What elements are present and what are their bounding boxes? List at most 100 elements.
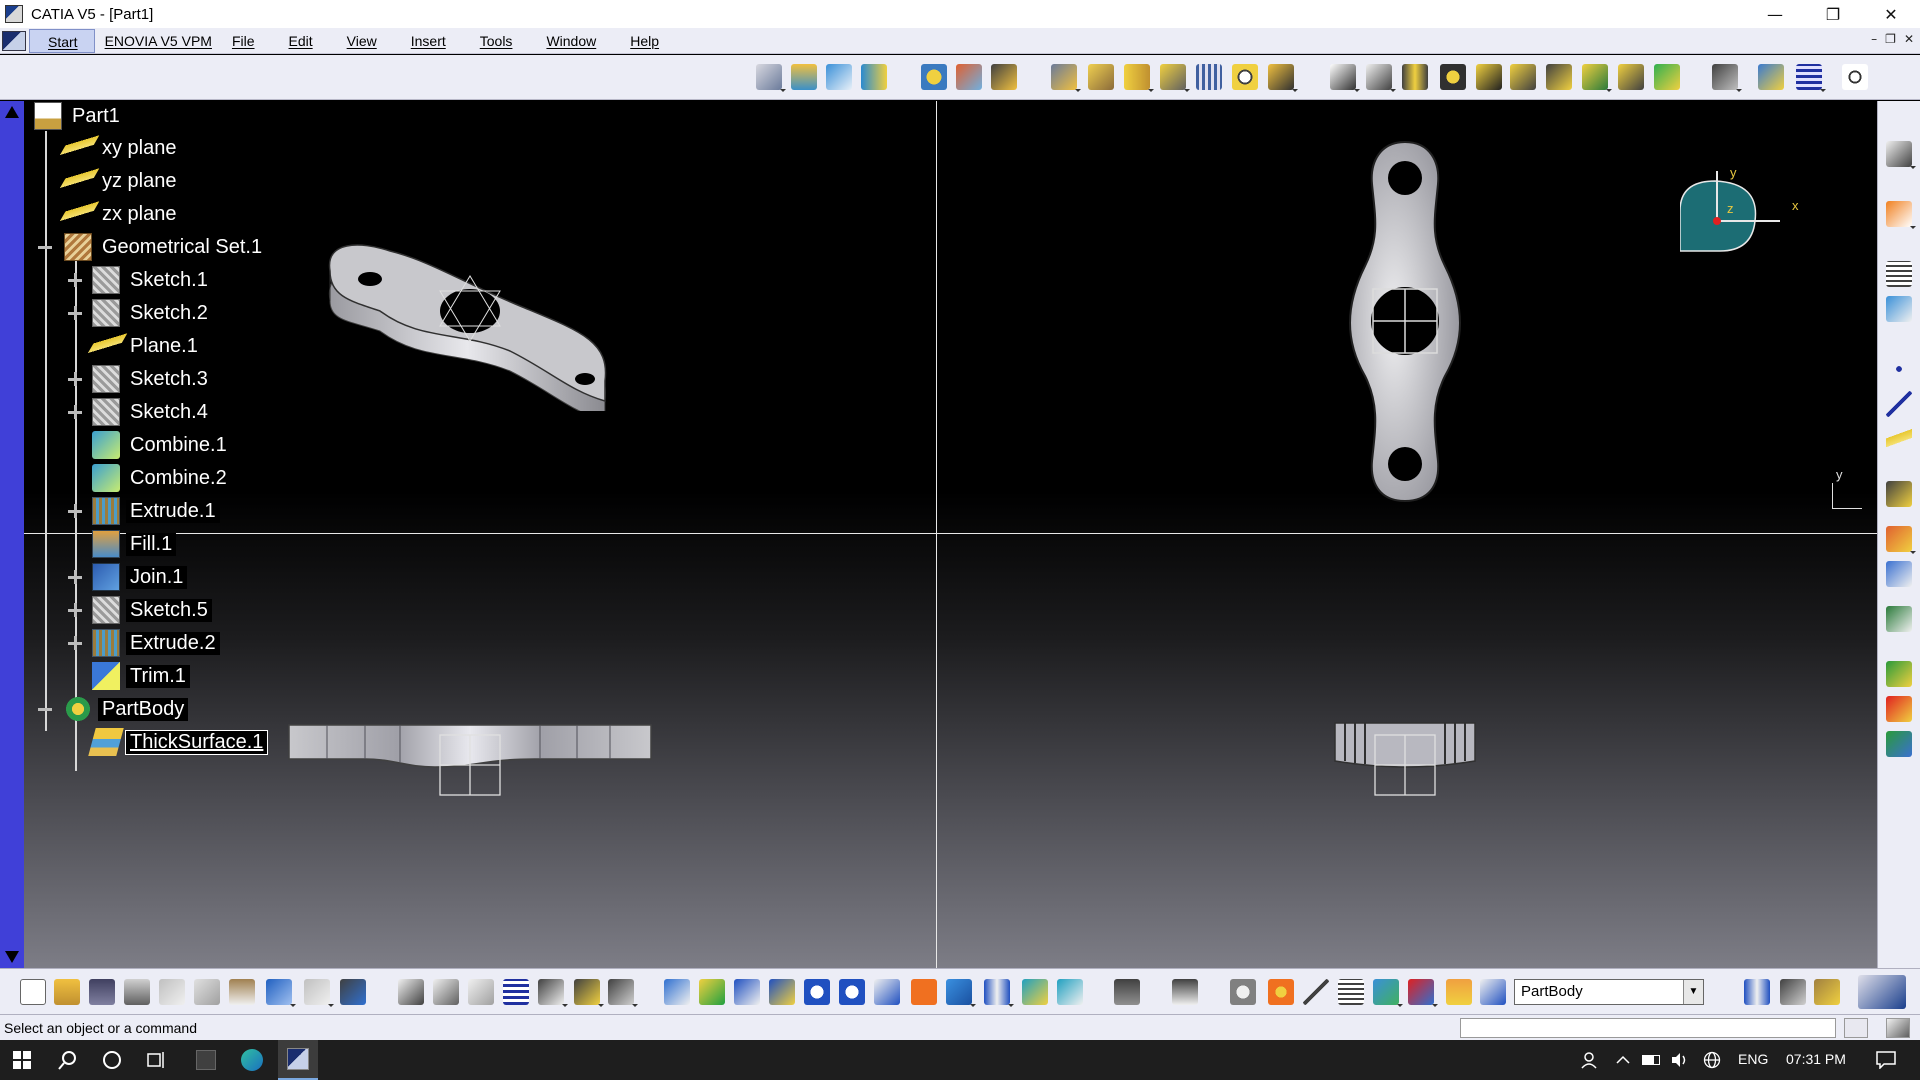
rotate-view-icon[interactable]	[769, 979, 795, 1005]
current-body-select[interactable]: PartBody ▼	[1514, 979, 1704, 1005]
input-language[interactable]: ENG	[1738, 1051, 1768, 1067]
tree-node-combine-1[interactable]: Combine.1	[92, 430, 231, 460]
menu-file[interactable]: File	[222, 29, 265, 53]
tree-node-extrude-2[interactable]: Extrude.2	[92, 628, 220, 658]
cortana-icon[interactable]	[92, 1040, 132, 1080]
part-front-view[interactable]	[285, 719, 655, 799]
tree-label-sketch-1[interactable]: Sketch.1	[126, 268, 212, 292]
tree-label-sketch-4[interactable]: Sketch.4	[126, 400, 212, 424]
catalog-icon[interactable]	[1886, 661, 1912, 687]
tree-label-extrude-2[interactable]: Extrude.2	[126, 631, 220, 655]
3d-viewport[interactable]: y x z y Part1 xy plane yz plane zx plane…	[0, 101, 1877, 968]
tree-label-fill-1[interactable]: Fill.1	[126, 532, 177, 556]
zoom-out-icon[interactable]	[839, 979, 865, 1005]
power-copy-icon[interactable]	[1814, 979, 1840, 1005]
catia-logo-icon[interactable]	[2, 30, 26, 51]
menu-insert[interactable]: Insert	[401, 29, 456, 53]
tree-node-sketch-3[interactable]: Sketch.3	[92, 364, 212, 394]
tree-node-sketch-2[interactable]: Sketch.2	[92, 298, 212, 328]
save-icon[interactable]	[89, 979, 115, 1005]
tree-label-geometrical-set[interactable]: Geometrical Set.1	[98, 235, 267, 259]
tree-label-plane-1[interactable]: Plane.1	[126, 334, 202, 358]
tree-label-extrude-1[interactable]: Extrude.1	[126, 499, 220, 523]
windows-start-icon[interactable]	[0, 1040, 44, 1080]
print-icon[interactable]	[124, 979, 150, 1005]
chevron-down-icon[interactable]: ▼	[1683, 980, 1703, 1004]
pan-icon[interactable]	[734, 979, 760, 1005]
tree-node-partbody[interactable]: PartBody	[64, 694, 189, 724]
measure-item-icon[interactable]	[1338, 979, 1364, 1005]
tree-node-join-1[interactable]: Join.1	[92, 562, 188, 592]
join-tool-icon[interactable]	[1330, 64, 1360, 92]
axis-system-icon[interactable]	[1303, 979, 1329, 1005]
tree-node-sketch-5[interactable]: Sketch.5	[92, 595, 212, 625]
command-input[interactable]	[1460, 1018, 1836, 1038]
tree-label-trim-1[interactable]: Trim.1	[126, 664, 190, 688]
scroll-down-arrow-icon[interactable]	[5, 951, 19, 963]
tree-node-fill-1[interactable]: Fill.1	[92, 529, 177, 559]
new-file-icon[interactable]	[20, 979, 46, 1005]
expander-minus-icon[interactable]	[38, 240, 52, 254]
plane-create-icon[interactable]	[1886, 426, 1912, 452]
law-icon[interactable]	[468, 979, 494, 1005]
hide-show-icon[interactable]	[1886, 261, 1912, 287]
expander-minus-icon[interactable]	[38, 702, 52, 716]
multisection-tool-icon[interactable]	[1124, 64, 1154, 92]
tree-node-zx-plane[interactable]: zx plane	[55, 199, 181, 229]
blend-tool-icon[interactable]	[1160, 64, 1190, 92]
expander-plus-icon[interactable]	[68, 504, 82, 518]
tree-label-zx-plane[interactable]: zx plane	[98, 202, 181, 226]
formula-icon[interactable]	[398, 979, 424, 1005]
notifications-icon[interactable]	[1866, 1040, 1906, 1080]
sphere-tool-icon[interactable]	[991, 64, 1017, 90]
fit-all-in-icon[interactable]	[699, 979, 725, 1005]
menu-edit[interactable]: Edit	[279, 29, 323, 53]
redo-icon[interactable]	[304, 979, 334, 1007]
minimize-button[interactable]: —	[1746, 0, 1804, 28]
tree-node-yz-plane[interactable]: yz plane	[55, 166, 181, 196]
axis-to-axis-tool-icon[interactable]	[1654, 64, 1680, 90]
expander-plus-icon[interactable]	[68, 636, 82, 650]
battery-icon[interactable]	[1638, 1040, 1664, 1080]
update-icon[interactable]	[1172, 979, 1198, 1005]
mdi-minimize-button[interactable]: –	[1871, 32, 1877, 46]
menu-tools[interactable]: Tools	[470, 29, 523, 53]
network-globe-icon[interactable]	[1698, 1040, 1726, 1080]
tree-root-part1[interactable]: Part1	[34, 101, 124, 131]
constraint-icon[interactable]	[1886, 606, 1912, 632]
boolean-icon[interactable]	[1886, 526, 1916, 554]
part-side-view[interactable]	[1330, 719, 1480, 799]
restore-button[interactable]: ❐	[1804, 0, 1862, 28]
status-toggle-button[interactable]	[1844, 1018, 1868, 1038]
zoom-in-icon[interactable]	[804, 979, 830, 1005]
normal-view-icon[interactable]	[874, 979, 900, 1005]
tree-label-sketch-3[interactable]: Sketch.3	[126, 367, 212, 391]
sketcher-icon[interactable]	[1886, 141, 1916, 169]
tree-label-xy-plane[interactable]: xy plane	[98, 136, 181, 160]
scaling-tool-icon[interactable]	[1582, 64, 1612, 92]
insert-body-icon[interactable]	[1886, 561, 1912, 587]
parameters-icon[interactable]	[1446, 979, 1472, 1005]
tree-label-partbody[interactable]: PartBody	[98, 697, 189, 721]
fly-mode-icon[interactable]	[664, 979, 690, 1005]
swap-space-icon[interactable]	[1057, 979, 1083, 1005]
tree-node-xy-plane[interactable]: xy plane	[55, 133, 181, 163]
measure-tool-icon[interactable]	[1712, 64, 1742, 92]
expander-plus-icon[interactable]	[68, 273, 82, 287]
grid-tool-icon[interactable]	[1196, 64, 1222, 90]
mdi-restore-button[interactable]: ❐	[1885, 32, 1896, 46]
tree-label-yz-plane[interactable]: yz plane	[98, 169, 181, 193]
rotate-tool-icon[interactable]	[1510, 64, 1536, 90]
power-input-icon[interactable]	[1886, 1018, 1910, 1038]
line-icon[interactable]	[1886, 391, 1912, 417]
tree-node-sketch-4[interactable]: Sketch.4	[92, 397, 212, 427]
edge-browser-icon[interactable]	[232, 1040, 272, 1080]
translate-tool-icon[interactable]	[1476, 64, 1502, 90]
menu-enovia[interactable]: ENOVIA V5 VPM	[95, 29, 222, 53]
copy-icon[interactable]	[194, 979, 220, 1005]
fillet-tool-icon[interactable]	[1440, 64, 1466, 90]
undo-icon[interactable]	[266, 979, 296, 1007]
rule-icon[interactable]	[1886, 731, 1912, 757]
volume-icon[interactable]	[1666, 1040, 1694, 1080]
fill-tool-icon[interactable]	[1088, 64, 1114, 90]
